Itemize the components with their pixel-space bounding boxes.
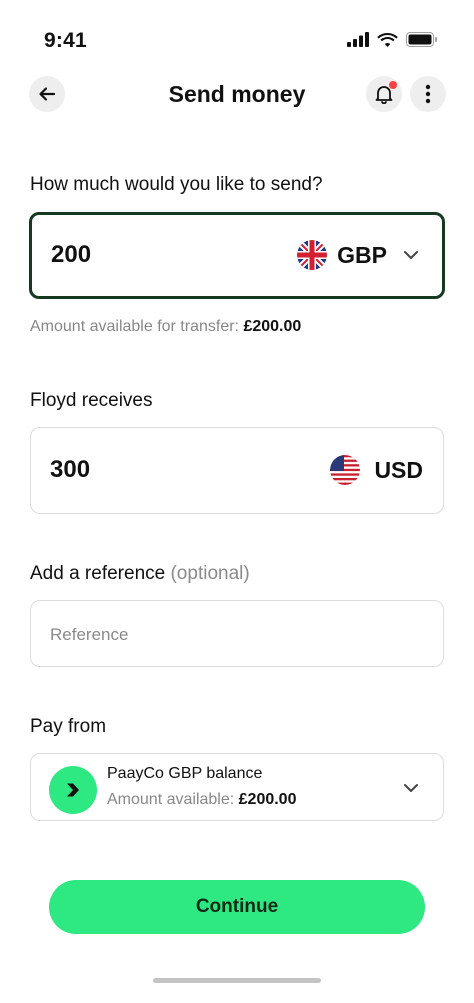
reference-label-text: Add a reference — [30, 563, 166, 584]
send-currency-selector[interactable]: GBP — [297, 240, 419, 270]
pay-from-label: Pay from — [30, 716, 107, 737]
chevron-down-icon — [404, 251, 418, 259]
status-icons — [347, 32, 438, 47]
send-amount-label: How much would you like to send? — [30, 174, 323, 195]
reference-label-optional: (optional) — [170, 563, 250, 584]
battery-icon — [406, 32, 437, 47]
wifi-icon — [377, 33, 398, 47]
helper-amount: £200.00 — [243, 318, 302, 335]
notification-badge — [389, 81, 397, 89]
status-time: 9:41 — [44, 29, 87, 52]
pay-from-available: Amount available: £200.00 — [107, 791, 296, 809]
more-vertical-icon — [425, 84, 431, 104]
send-currency-code: GBP — [337, 241, 387, 268]
brand-arrow-icon — [67, 783, 79, 797]
pay-from-available-amount: £200.00 — [238, 791, 297, 808]
continue-button[interactable]: Continue — [49, 880, 425, 934]
send-amount-value[interactable]: 200 — [51, 241, 91, 269]
send-amount-field[interactable]: 200 GBP — [29, 212, 445, 299]
receive-amount-label: Floyd receives — [30, 390, 153, 411]
chevron-down-icon — [404, 784, 418, 792]
paayco-logo — [49, 766, 97, 814]
notifications-button[interactable] — [366, 76, 402, 112]
status-bar: 9:41 — [0, 0, 474, 80]
reference-label: Add a reference (optional) — [30, 563, 250, 585]
pay-from-account-name: PaayCo GBP balance — [107, 765, 263, 782]
home-indicator — [153, 978, 321, 983]
pay-from-available-prefix: Amount available: — [107, 791, 235, 808]
page-title: Send money — [168, 81, 306, 107]
reference-input[interactable]: Reference — [30, 600, 444, 667]
nav-header: Send money — [0, 76, 474, 116]
uk-flag-icon — [297, 240, 328, 270]
receive-amount-value[interactable]: 300 — [50, 456, 90, 484]
helper-prefix: Amount available for transfer: — [30, 318, 239, 335]
receive-currency-code: USD — [374, 456, 423, 483]
pay-from-selector[interactable]: PaayCo GBP balance Amount available: £20… — [30, 753, 444, 821]
more-options-button[interactable] — [410, 76, 446, 112]
available-balance-helper: Amount available for transfer: £200.00 — [30, 318, 301, 336]
us-flag-icon — [330, 455, 361, 485]
receive-amount-field[interactable]: 300 USD — [30, 427, 444, 514]
receive-currency: USD — [330, 455, 423, 485]
signal-icon — [347, 32, 369, 47]
reference-placeholder: Reference — [50, 625, 129, 644]
